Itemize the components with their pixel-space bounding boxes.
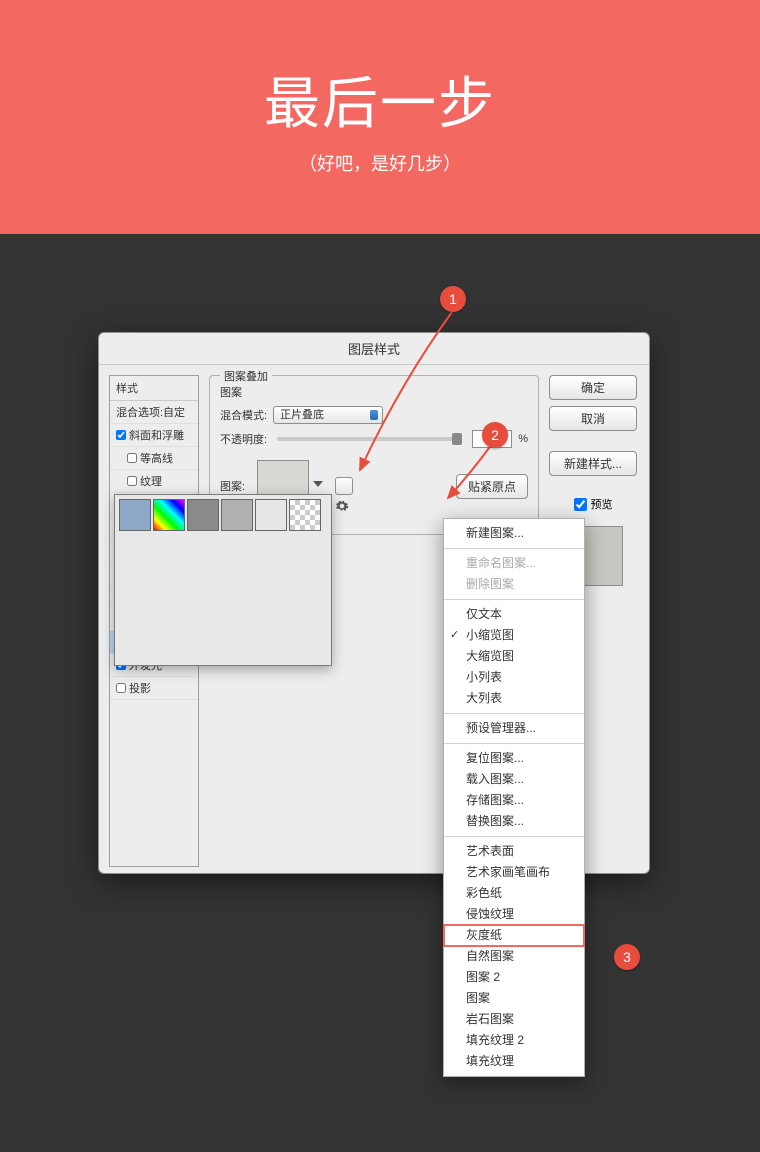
cancel-button[interactable]: 取消 — [549, 406, 637, 431]
menu-art-surface[interactable]: 艺术表面 — [444, 841, 584, 862]
pattern-swatch-item[interactable] — [119, 499, 151, 531]
pattern-swatch-item[interactable] — [221, 499, 253, 531]
menu-rock[interactable]: 岩石图案 — [444, 1009, 584, 1030]
preview-checkbox[interactable] — [574, 498, 587, 511]
pattern-swatch-item[interactable] — [187, 499, 219, 531]
pattern-label: 图案: — [220, 478, 245, 494]
blend-mode-label: 混合模式: — [220, 407, 267, 423]
menu-large-list[interactable]: 大列表 — [444, 688, 584, 709]
style-checkbox[interactable] — [127, 476, 137, 486]
style-item-纹理[interactable]: 纹理 — [110, 470, 198, 493]
blend-options-row[interactable]: 混合选项:自定 — [110, 401, 198, 424]
ok-button[interactable]: 确定 — [549, 375, 637, 400]
menu-fill[interactable]: 填充纹理 — [444, 1051, 584, 1072]
inner-legend: 图案 — [220, 384, 528, 400]
menu-pattern-2[interactable]: 图案 2 — [444, 967, 584, 988]
menu-new-pattern[interactable]: 新建图案... — [444, 523, 584, 544]
style-item-投影[interactable]: 投影 — [110, 677, 198, 700]
opacity-label: 不透明度: — [220, 431, 267, 447]
hero-title: 最后一步 — [264, 59, 496, 140]
style-item-斜面和浮雕[interactable]: 斜面和浮雕 — [110, 424, 198, 447]
menu-pattern[interactable]: 图案 — [444, 988, 584, 1009]
new-style-button[interactable]: 新建样式... — [549, 451, 637, 476]
pattern-swatch-item[interactable] — [289, 499, 321, 531]
menu-reset-patterns[interactable]: 复位图案... — [444, 748, 584, 769]
hero-subtitle: （好吧，是好几步） — [299, 150, 461, 176]
menu-erosion[interactable]: 侵蚀纹理 — [444, 904, 584, 925]
dialog-title: 图层样式 — [99, 333, 649, 365]
menu-load-patterns[interactable]: 载入图案... — [444, 769, 584, 790]
percent-label: % — [518, 433, 528, 445]
menu-small-list[interactable]: 小列表 — [444, 667, 584, 688]
styles-header[interactable]: 样式 — [110, 376, 198, 401]
menu-replace-patterns[interactable]: 替换图案... — [444, 811, 584, 832]
menu-artist-brush[interactable]: 艺术家画笔画布 — [444, 862, 584, 883]
menu-small-thumb[interactable]: 小缩览图 — [444, 625, 584, 646]
menu-gray-paper[interactable]: 灰度纸 — [444, 925, 584, 946]
menu-rename-pattern: 重命名图案... — [444, 553, 584, 574]
new-preset-icon[interactable] — [335, 477, 353, 495]
pattern-context-menu: 新建图案... 重命名图案... 删除图案 仅文本 小缩览图 大缩览图 小列表 … — [443, 518, 585, 1077]
style-checkbox[interactable] — [116, 430, 126, 440]
stage: 图层样式 样式 混合选项:自定 斜面和浮雕等高线纹理描边内阴影内发光光泽颜色叠加… — [0, 234, 760, 1152]
annotation-badge-1: 1 — [440, 286, 466, 312]
pattern-picker-popup — [114, 494, 332, 666]
opacity-slider[interactable] — [277, 437, 462, 441]
menu-save-patterns[interactable]: 存储图案... — [444, 790, 584, 811]
fieldset-legend: 图案叠加 — [220, 368, 272, 384]
annotation-badge-2: 2 — [482, 422, 508, 448]
blend-mode-select[interactable]: 正片叠底 — [273, 406, 383, 424]
menu-nature[interactable]: 自然图案 — [444, 946, 584, 967]
menu-text-only[interactable]: 仅文本 — [444, 604, 584, 625]
menu-preset-manager[interactable]: 预设管理器... — [444, 718, 584, 739]
style-checkbox[interactable] — [116, 683, 126, 693]
menu-large-thumb[interactable]: 大缩览图 — [444, 646, 584, 667]
pattern-dropdown-arrow[interactable] — [313, 481, 323, 487]
hero-banner: 最后一步 （好吧，是好几步） — [0, 0, 760, 234]
style-checkbox[interactable] — [127, 453, 137, 463]
menu-color-paper[interactable]: 彩色纸 — [444, 883, 584, 904]
menu-fill-2[interactable]: 填充纹理 2 — [444, 1030, 584, 1051]
annotation-badge-3: 3 — [614, 944, 640, 970]
pattern-swatch-item[interactable] — [153, 499, 185, 531]
pattern-swatch-item[interactable] — [255, 499, 287, 531]
style-item-等高线[interactable]: 等高线 — [110, 447, 198, 470]
snap-origin-button[interactable]: 贴紧原点 — [456, 474, 528, 499]
preview-label: 预览 — [591, 496, 613, 512]
gear-icon[interactable] — [335, 499, 349, 513]
menu-delete-pattern: 删除图案 — [444, 574, 584, 595]
